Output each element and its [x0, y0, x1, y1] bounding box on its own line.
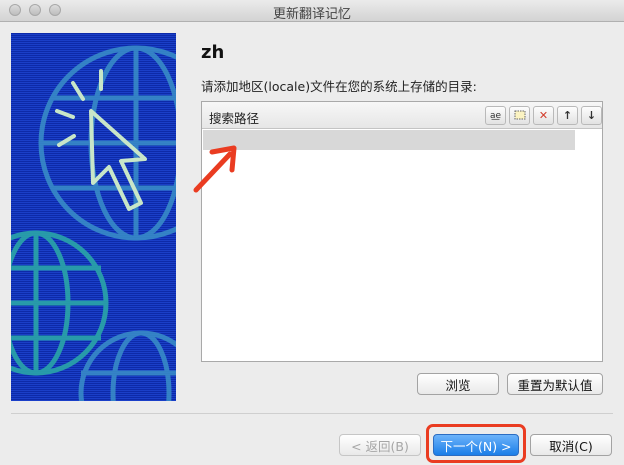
move-up-icon: ↑ — [562, 109, 573, 122]
page-heading: zh — [201, 42, 225, 63]
title-bar: 更新翻译记忆 — [0, 0, 624, 22]
move-down-icon: ↓ — [586, 109, 597, 122]
search-path-list[interactable]: 搜索路径 a͟e ✕ ↑ ↓ — [201, 101, 603, 362]
divider — [11, 413, 613, 414]
reset-default-button[interactable]: 重置为默认值 — [507, 373, 603, 395]
cancel-button[interactable]: 取消(C) — [530, 434, 612, 456]
annotation-highlight-box — [426, 424, 526, 463]
list-header: 搜索路径 a͟e ✕ ↑ ↓ — [202, 102, 602, 129]
new-folder-icon — [514, 109, 526, 123]
annotation-arrow-icon — [193, 145, 237, 193]
spellcheck-icon: a͟e — [489, 110, 502, 121]
column-header-search-path: 搜索路径 — [209, 111, 260, 126]
move-down-button[interactable]: ↓ — [581, 106, 602, 125]
instruction-text: 请添加地区(locale)文件在您的系统上存储的目录: — [201, 79, 477, 94]
list-item[interactable] — [203, 130, 575, 150]
delete-path-button[interactable]: ✕ — [533, 106, 554, 125]
move-up-button[interactable]: ↑ — [557, 106, 578, 125]
browse-button[interactable]: 浏览 — [417, 373, 499, 395]
add-path-button[interactable] — [509, 106, 530, 125]
window-title: 更新翻译记忆 — [272, 7, 351, 22]
back-button[interactable]: < 返回(B) — [339, 434, 421, 456]
wizard-globe-image — [11, 33, 176, 401]
delete-icon: ✕ — [538, 109, 549, 122]
spellcheck-button[interactable]: a͟e — [485, 106, 506, 125]
